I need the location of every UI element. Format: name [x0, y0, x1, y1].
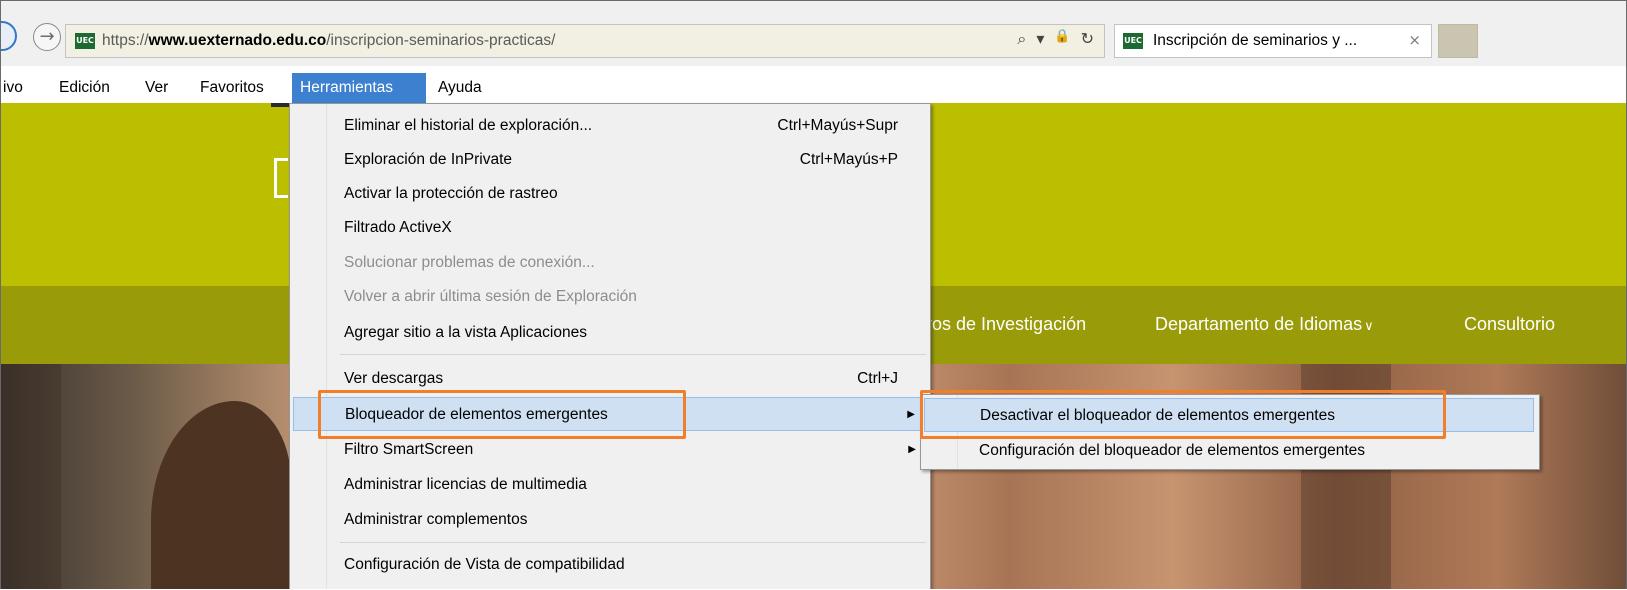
address-bar-row: → UEC https://www.uexternado.edu.co/insc… [1, 1, 1626, 66]
tab-favicon-icon: UEC [1123, 33, 1143, 49]
dropdown-icon[interactable]: ▾ [1036, 29, 1044, 49]
submenu-arrow-icon: ▶ [908, 444, 916, 455]
lock-icon[interactable]: 🔒 [1054, 29, 1070, 49]
menu-item-label: Configuración del bloqueador de elemento… [979, 442, 1366, 459]
menu-item-delete-history[interactable]: Eliminar el historial de exploración... … [290, 109, 930, 143]
header-divider [271, 103, 289, 107]
menu-item-activex-filtering[interactable]: Filtrado ActiveX [290, 211, 930, 245]
menu-item-shortcut: Ctrl+J [857, 370, 898, 387]
nav-link-label: Departamento de Idiomas [1155, 314, 1363, 334]
menu-item-label: Filtrado ActiveX [344, 219, 452, 236]
menu-item-popup-blocker-settings[interactable]: Configuración del bloqueador de elemento… [921, 434, 1539, 468]
browser-window: → UEC https://www.uexternado.edu.co/insc… [0, 0, 1627, 589]
nav-link-centros-investigacion[interactable]: tros de Investigación [921, 314, 1086, 335]
menu-item-media-licenses[interactable]: Administrar licencias de multimedia [290, 468, 930, 502]
new-tab-button[interactable] [1438, 24, 1478, 58]
site-logo [274, 158, 288, 198]
menu-archivo[interactable]: ivo [1, 73, 29, 103]
url-scheme: https:// [102, 32, 149, 49]
address-bar-tools: ⌕ ▾ 🔒 ↻ [1017, 29, 1094, 49]
menu-item-add-to-apps[interactable]: Agregar sitio a la vista Aplicaciones [290, 316, 930, 350]
menu-bar: ivo Edición Ver Favoritos Herramientas A… [1, 73, 1626, 103]
photo-bookshelf [1, 364, 61, 589]
nav-link-consultorio[interactable]: Consultorio [1464, 314, 1555, 335]
menu-item-label: Configuración de Vista de compatibilidad [344, 556, 625, 573]
refresh-icon[interactable]: ↻ [1081, 29, 1094, 49]
menu-edicion[interactable]: Edición [53, 73, 116, 103]
menu-item-label: Administrar complementos [344, 511, 528, 528]
menu-item-label: Solucionar problemas de conexión... [344, 254, 595, 271]
browser-tab[interactable]: UEC Inscripción de seminarios y ... × [1114, 24, 1432, 58]
menu-item-fix-connection: Solucionar problemas de conexión... [290, 246, 930, 280]
tab-close-icon[interactable]: × [1408, 31, 1421, 49]
menu-item-label: Activar la protección de rastreo [344, 185, 558, 202]
tools-menu: Eliminar el historial de exploración... … [289, 103, 931, 589]
nav-link-departamento-idiomas[interactable]: Departamento de Idiomas ∨ [1155, 314, 1374, 335]
back-button[interactable] [1, 21, 17, 51]
menu-item-reopen-session: Volver a abrir última sesión de Explorac… [290, 280, 930, 314]
menu-separator [340, 542, 926, 543]
menu-item-label: Volver a abrir última sesión de Explorac… [344, 288, 637, 305]
menu-item-label: Eliminar el historial de exploración... [344, 117, 593, 134]
menu-item-inprivate[interactable]: Exploración de InPrivate Ctrl+Mayús+P [290, 143, 930, 177]
forward-button[interactable]: → [33, 23, 61, 51]
menu-item-manage-addons[interactable]: Administrar complementos [290, 503, 930, 537]
menu-item-shortcut: Ctrl+Mayús+Supr [777, 117, 898, 134]
menu-favoritos[interactable]: Favoritos [194, 73, 270, 103]
menu-item-label: Exploración de InPrivate [344, 151, 513, 168]
menu-item-label: Administrar licencias de multimedia [344, 476, 587, 493]
submenu-arrow-icon: ▶ [907, 409, 915, 420]
menu-herramientas[interactable]: Herramientas [292, 73, 426, 103]
menu-item-shortcut: Ctrl+Mayús+P [799, 151, 898, 168]
menu-item-compat-view[interactable]: Configuración de Vista de compatibilidad [290, 548, 930, 582]
url-domain: www.uexternado.edu.co [148, 32, 327, 49]
menu-separator [340, 354, 926, 355]
menu-ayuda[interactable]: Ayuda [432, 73, 488, 103]
tab-title: Inscripción de seminarios y ... [1153, 32, 1358, 49]
url-text[interactable]: https://www.uexternado.edu.co/inscripcio… [102, 32, 555, 50]
highlight-box-disable-popup-blocker [920, 390, 1446, 439]
highlight-box-popup-blocker [318, 390, 686, 439]
site-favicon-icon: UEC [75, 33, 95, 49]
url-path: /inscripcion-seminarios-practicas/ [326, 32, 556, 49]
search-icon[interactable]: ⌕ [1017, 29, 1026, 49]
menu-ver[interactable]: Ver [139, 73, 174, 103]
chevron-down-icon: ∨ [1364, 318, 1374, 333]
menu-item-tracking-protection[interactable]: Activar la protección de rastreo [290, 177, 930, 211]
address-bar[interactable]: UEC https://www.uexternado.edu.co/inscri… [65, 24, 1105, 58]
menu-item-label: Agregar sitio a la vista Aplicaciones [344, 324, 587, 341]
forward-arrow-icon: → [39, 26, 55, 47]
